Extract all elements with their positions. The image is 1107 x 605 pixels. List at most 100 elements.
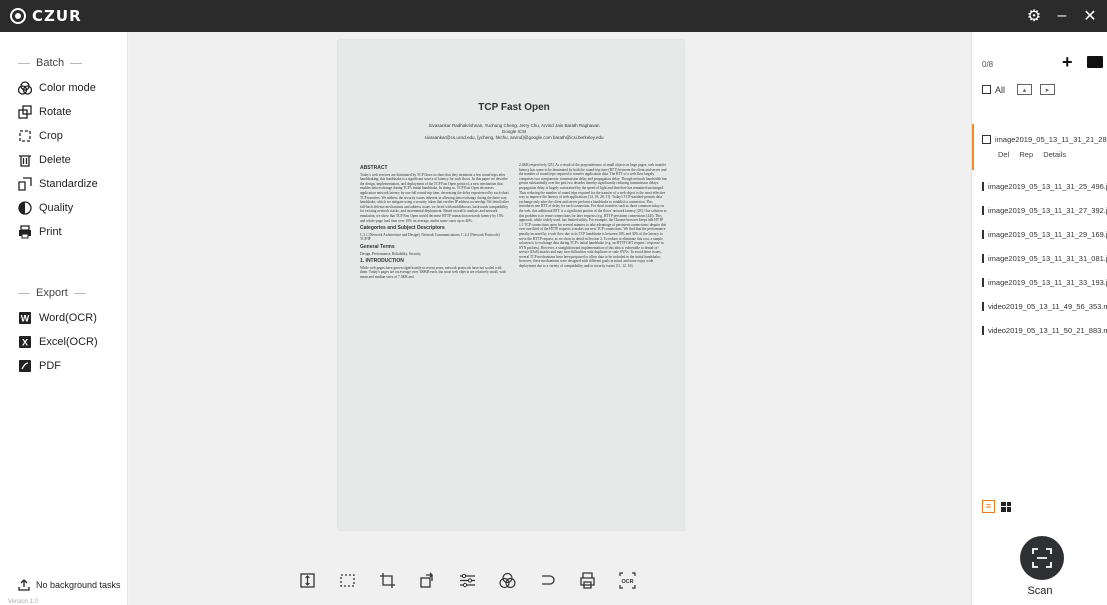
scan-icon [1032,548,1052,568]
categories-text: C.2.1 [Network Architecture and Design]:… [360,232,501,242]
left-sidebar: Batch Color mode Rotate Crop Delete Stan… [0,32,128,605]
menu-word-ocr[interactable]: W Word(OCR) [0,306,127,330]
settings-gear-icon[interactable]: ⚙ [1023,6,1045,26]
paper-title: TCP Fast Open [478,102,550,113]
document-preview[interactable]: TCP Fast Open Sivasankar Radhakrishnan, … [338,40,684,530]
ocr-icon: OCR [618,571,636,589]
paper-column-left: ABSTRACT Today's web services are domina… [360,163,509,279]
introduction-heading: 1. INTRODUCTION [360,258,404,265]
color-mode-tool-icon [498,572,516,588]
minimize-button[interactable]: – [1051,7,1073,25]
color-mode-icon [18,81,32,95]
menu-print[interactable]: Print [0,220,127,244]
undo-button[interactable] [527,567,567,593]
file-checkbox[interactable] [982,325,984,335]
background-tasks-label: No background tasks [36,580,121,590]
select-area-button[interactable] [327,567,367,593]
crop-icon [18,129,32,143]
menu-rotate[interactable]: Rotate [0,100,127,124]
menu-excel-ocr[interactable]: X Excel(OCR) [0,330,127,354]
view-toggle: ≡ [982,500,1011,513]
file-item[interactable]: image2019_05_13_11_31_25_496.jpg [972,174,1107,198]
menu-delete[interactable]: Delete [0,148,127,172]
menu-pdf[interactable]: PDF [0,354,127,378]
app-logo: CZUR [10,7,82,25]
image-filter-icon[interactable]: ▴ [1017,84,1033,95]
file-item[interactable]: image2019_05_13_11_31_21_287.jpg Del Rep… [972,124,1107,170]
preview-area: TCP Fast Open Sivasankar Radhakrishnan, … [129,32,971,605]
folder-icon[interactable] [1087,56,1103,68]
select-all-checkbox[interactable] [982,85,991,94]
file-checkbox[interactable] [982,135,991,144]
menu-pdf-label: PDF [39,360,61,372]
selection-counter: 0/8 [982,60,994,69]
batch-header: Batch [0,52,127,74]
file-list: image2019_05_13_11_31_21_287.jpg Del Rep… [972,124,1107,342]
file-name: image2019_05_13_11_31_29_169.jpg [988,229,1107,239]
replace-file-link[interactable]: Rep [1019,150,1033,159]
file-item[interactable]: image2019_05_13_11_31_29_169.jpg [972,222,1107,246]
menu-standardize[interactable]: Standardize [0,172,127,196]
abstract-text: Today's web services are dominated by TC… [360,172,509,223]
abstract-heading: ABSTRACT [360,165,388,171]
categories-heading: Categories and Subject Descriptors [360,225,445,232]
menu-crop-label: Crop [39,130,63,142]
menu-delete-label: Delete [39,154,71,166]
general-terms-text: Design, Performance, Reliability, Securi… [360,251,421,256]
file-checkbox[interactable] [982,229,984,239]
pdf-icon [18,359,32,373]
scan-button[interactable] [1020,536,1064,580]
word-icon: W [18,311,32,325]
introduction-text: While web pages have grown significantly… [360,265,506,279]
fit-height-button[interactable] [287,567,327,593]
file-name: image2019_05_13_11_31_27_392.jpg [988,205,1107,215]
sliders-icon [459,573,475,587]
select-all-label: All [995,84,1006,95]
close-button[interactable]: ✕ [1079,6,1101,26]
print-button[interactable] [567,567,607,593]
crop-button[interactable] [367,567,407,593]
file-item[interactable]: image2019_05_13_11_31_33_193.jpg [972,270,1107,294]
video-filter-icon[interactable]: ▸ [1040,84,1056,95]
rotate-tool-icon [419,572,433,588]
file-item[interactable]: image2019_05_13_11_31_31_081.jpg [972,246,1107,270]
menu-quality-label: Quality [39,202,74,214]
file-name: image2019_05_13_11_31_31_081.jpg [988,253,1107,263]
filter-bar: All ▴ ▸ [982,84,1056,95]
file-checkbox[interactable] [982,205,984,215]
file-item[interactable]: video2019_05_13_11_50_21_883.mp4 [972,318,1107,342]
menu-rotate-label: Rotate [39,106,72,118]
file-name: image2019_05_13_11_31_25_496.jpg [988,181,1107,191]
file-checkbox[interactable] [982,301,984,311]
file-checkbox[interactable] [982,277,984,287]
excel-icon: X [18,335,32,349]
file-name: image2019_05_13_11_31_21_287.jpg [995,135,1107,144]
column-right-text: 2.4KB respectively [25]. As a result of … [519,163,667,269]
general-terms-heading: General Terms [360,243,395,250]
menu-quality[interactable]: Quality [0,196,127,220]
file-details-link[interactable]: Details [1043,150,1066,159]
add-button[interactable]: + [1062,52,1073,73]
menu-excel-ocr-label: Excel(OCR) [39,336,98,348]
svg-text:X: X [22,338,28,348]
title-bar: CZUR ⚙ – ✕ [0,0,1107,32]
rotate-button[interactable] [407,567,447,593]
print-tool-icon [579,571,595,589]
menu-color-mode[interactable]: Color mode [0,76,127,100]
menu-crop[interactable]: Crop [0,124,127,148]
menu-print-label: Print [39,226,62,238]
file-item[interactable]: image2019_05_13_11_31_27_392.jpg [972,198,1107,222]
paper-authors: Sivasankar Radhakrishnan, Yuchung Cheng,… [360,123,668,141]
file-checkbox[interactable] [982,181,984,191]
grid-view-icon[interactable] [1001,501,1011,512]
file-name: image2019_05_13_11_31_33_193.jpg [988,277,1107,287]
ocr-button[interactable]: OCR [607,567,647,593]
file-item[interactable]: video2019_05_13_11_49_56_353.mp4 [972,294,1107,318]
color-mode-button[interactable] [487,567,527,593]
adjust-button[interactable] [447,567,487,593]
select-area-icon [339,573,355,587]
delete-file-link[interactable]: Del [998,150,1009,159]
background-tasks: No background tasks [18,579,121,591]
list-view-icon[interactable]: ≡ [982,500,995,513]
file-checkbox[interactable] [982,253,984,263]
